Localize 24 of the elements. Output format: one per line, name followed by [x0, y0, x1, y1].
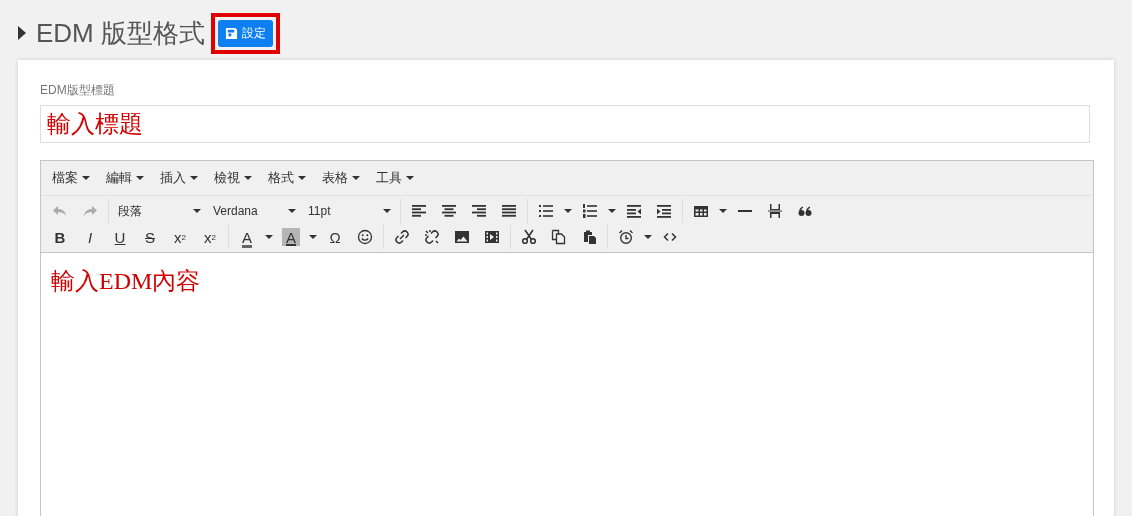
text-color-button[interactable]: A	[232, 225, 262, 249]
underline-button[interactable]: U	[105, 225, 135, 249]
strikethrough-button[interactable]: S	[135, 225, 165, 249]
menu-item[interactable]: 檔案	[47, 167, 95, 189]
save-button[interactable]: 設定	[218, 19, 273, 47]
field-label: EDM版型標題	[40, 82, 116, 99]
dropdown-select[interactable]: Verdana	[207, 204, 302, 218]
bold-button[interactable]: B	[45, 225, 75, 249]
dropdown-select[interactable]: 段落	[112, 202, 207, 220]
italic-button[interactable]: I	[75, 225, 105, 249]
format-button[interactable]: x$^{2}$	[195, 225, 225, 249]
menu-item[interactable]: 格式	[263, 167, 311, 189]
format-button[interactable]: Ω	[320, 225, 350, 249]
menu-item[interactable]: 編輯	[101, 167, 149, 189]
page-title: EDM 版型格式	[36, 16, 205, 50]
caret-right-icon	[18, 26, 26, 40]
menu-item[interactable]: 表格	[317, 167, 365, 189]
dropdown-select[interactable]: 11pt	[302, 204, 397, 218]
title-input-field[interactable]: 輸入標題	[40, 105, 1090, 143]
menu-item[interactable]: 工具	[371, 167, 419, 189]
background-color-button[interactable]: A	[282, 228, 300, 246]
menu-item[interactable]: 插入	[155, 167, 203, 189]
editor-content-text: 輸入EDM內容	[51, 267, 201, 296]
menu-item[interactable]: 檢視	[209, 167, 257, 189]
